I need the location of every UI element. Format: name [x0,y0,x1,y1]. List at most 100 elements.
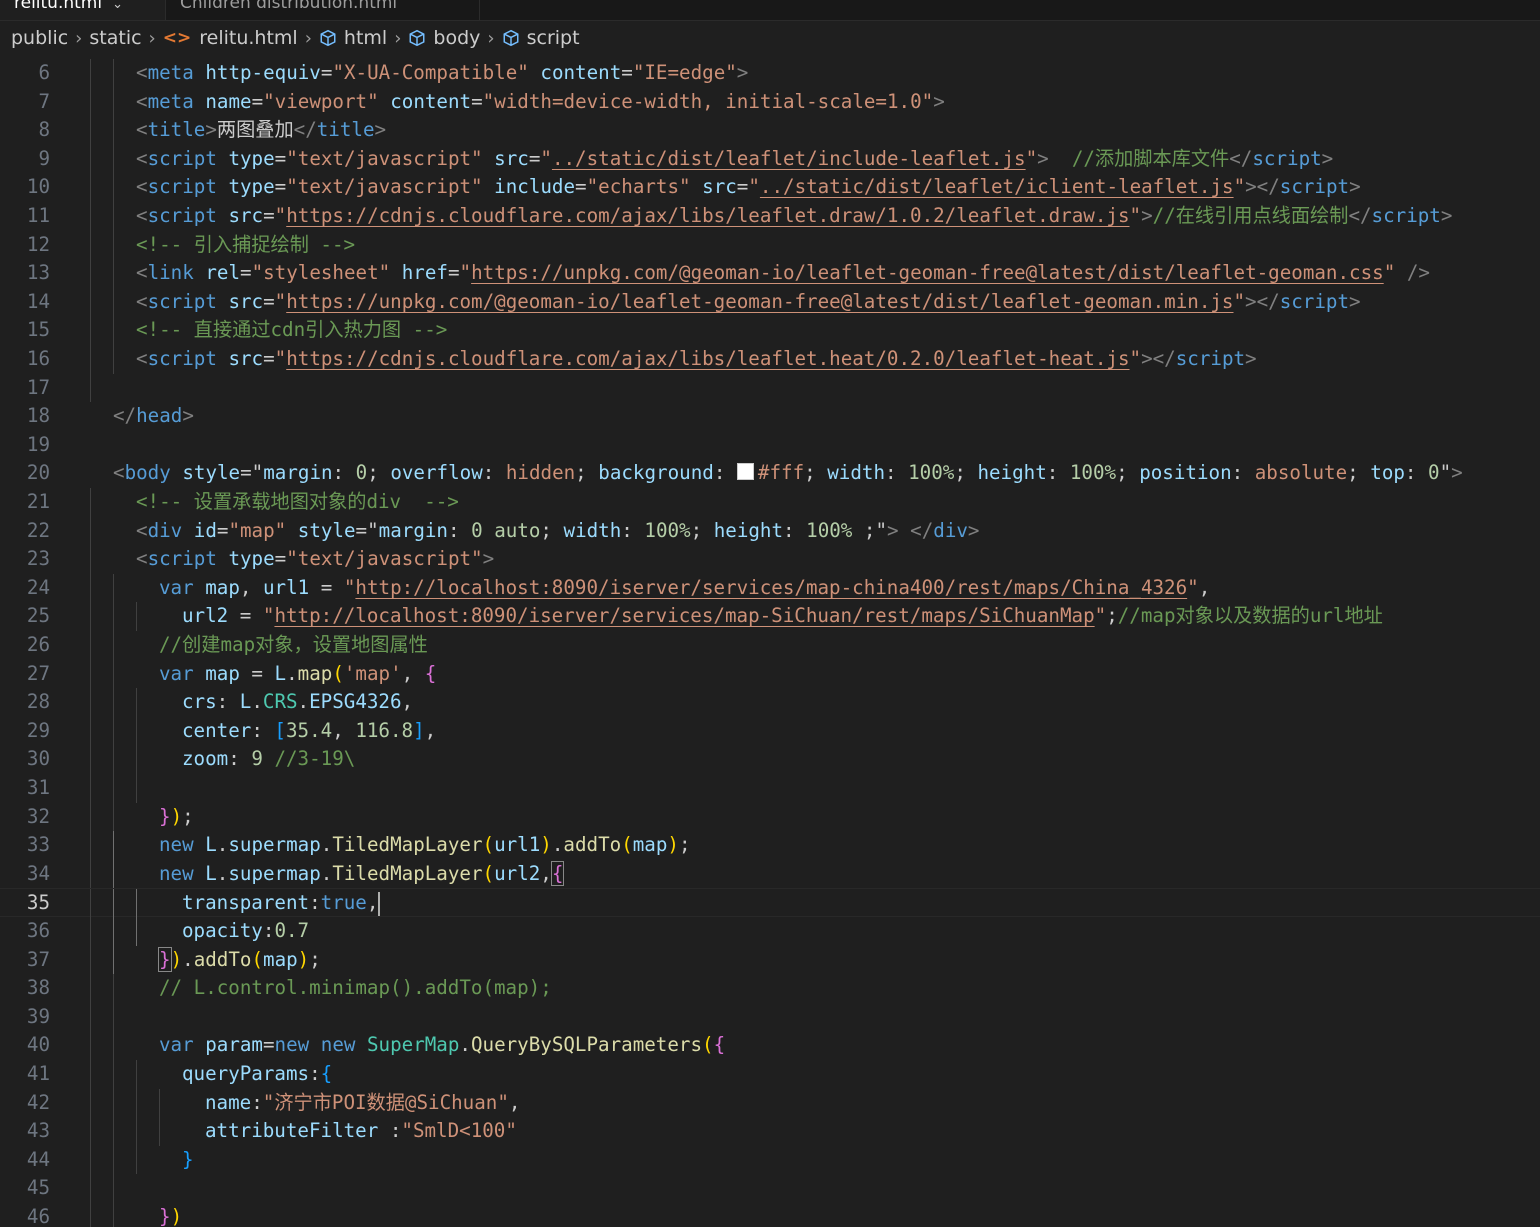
code-line[interactable]: 11 <script src="https://cdnjs.cloudflare.… [0,202,1540,231]
code-line[interactable]: 14 <script src="https://unpkg.com/@geoman… [0,287,1540,317]
breadcrumb-item-script[interactable]: script [502,27,580,49]
line-number[interactable]: 9 [0,145,50,174]
tab-children-distribution-html[interactable]: Children distribution.html [166,0,480,20]
code-line[interactable]: 38 // L.control.minimap().addTo(map); [0,974,1540,1003]
line-number[interactable]: 46 [0,1203,50,1227]
line-number[interactable]: 17 [0,374,50,403]
code-line[interactable]: 30 zoom: 9 //3-19\ [0,745,1540,774]
line-number[interactable]: 21 [0,488,50,517]
code-link[interactable]: https://cdnjs.cloudflare.com/ajax/libs/l… [286,204,1129,227]
code-link[interactable]: ../static/dist/leaflet/iclient-leaflet.j… [760,175,1234,198]
line-number[interactable]: 13 [0,259,50,288]
code-line[interactable]: 12 <!-- 引入捕捉绘制 --> [0,230,1540,260]
line-number[interactable]: 35 [0,889,50,918]
code-line[interactable]: 46}) [0,1203,1540,1227]
line-number[interactable]: 41 [0,1060,50,1089]
line-number[interactable]: 29 [0,717,50,746]
code-line[interactable]: 22 <div id="map" style="margin: 0 auto; w… [0,516,1540,546]
code-line[interactable]: 6 <meta http-equiv="X-UA-Compatible" cont… [0,59,1540,88]
line-number[interactable]: 24 [0,574,50,603]
code-line[interactable]: 17 [0,373,1540,403]
code-line[interactable]: 28 crs: L.CRS.EPSG4326, [0,688,1540,717]
code-link[interactable]: https://cdnjs.cloudflare.com/ajax/libs/l… [286,347,1129,370]
code-line[interactable]: 27 var map = L.map('map', { [0,659,1540,689]
code-line[interactable]: 35 transparent:true, [0,888,1540,918]
line-number[interactable]: 8 [0,116,50,145]
chevron-down-icon[interactable]: ⌄ [112,0,123,12]
code-line[interactable]: 18 </head> [0,402,1540,431]
code-line[interactable]: 40 var param=new new SuperMap.QueryBySQLP… [0,1031,1540,1060]
line-number[interactable]: 10 [0,173,50,202]
code-line[interactable]: 31 [0,774,1540,803]
line-number[interactable]: 30 [0,745,50,774]
code-line[interactable]: 10 <script type="text/javascript" include… [0,173,1540,202]
line-number[interactable]: 34 [0,860,50,889]
line-number[interactable]: 22 [0,517,50,546]
line-number[interactable]: 20 [0,459,50,488]
code-line[interactable]: 45 [0,1174,1540,1203]
line-number[interactable]: 37 [0,946,50,975]
code-line[interactable]: 9 <script type="text/javascript" src="../… [0,144,1540,174]
code-line[interactable]: 24 var map, url1 = "http://localhost:8090… [0,573,1540,603]
tab-relitu-html[interactable]: relitu.html ⌄ [0,0,166,20]
code-line[interactable]: 42 name:"济宁市POI数据@SiChuan", [0,1088,1540,1118]
code-line[interactable]: 8 <title>两图叠加</title> [0,116,1540,145]
code-line[interactable]: 23 <script type="text/javascript"> [0,545,1540,574]
code-line[interactable]: 16 <script src="https://cdnjs.cloudflare.… [0,345,1540,374]
line-number[interactable]: 44 [0,1146,50,1175]
color-swatch[interactable] [736,463,754,481]
code-line[interactable]: 44} [0,1145,1540,1175]
line-number[interactable]: 25 [0,602,50,631]
code-link[interactable]: http://localhost:8090/iserver/services/m… [355,576,1187,599]
code-line[interactable]: 37}).addTo(map); [0,945,1540,975]
code-line[interactable]: 7 <meta name="viewport" content="width=de… [0,87,1540,117]
code-link[interactable]: http://localhost:8090/iserver/services/m… [274,604,1094,627]
breadcrumb-item-static[interactable]: static [89,27,141,49]
line-number[interactable]: 45 [0,1174,50,1203]
code-line[interactable]: 26 //创建map对象，设置地图属性 [0,631,1540,660]
code-link[interactable]: ../static/dist/leaflet/include-leaflet.j… [552,147,1026,170]
line-number[interactable]: 39 [0,1003,50,1032]
breadcrumb-item-public[interactable]: public [11,27,68,49]
line-number[interactable]: 38 [0,974,50,1003]
code-link[interactable]: https://unpkg.com/@geoman-io/leaflet-geo… [286,290,1233,313]
code-line[interactable]: 25 url2 = "http://localhost:8090/iserver/… [0,602,1540,631]
line-number[interactable]: 7 [0,88,50,117]
line-number[interactable]: 12 [0,231,50,260]
code-line[interactable]: 36 opacity:0.7 [0,917,1540,946]
line-number[interactable]: 23 [0,545,50,574]
line-number[interactable]: 31 [0,774,50,803]
line-number[interactable]: 42 [0,1089,50,1118]
code-line[interactable]: 21 <!-- 设置承载地图对象的div --> [0,488,1540,517]
line-number[interactable]: 18 [0,402,50,431]
breadcrumb-item-body[interactable]: body [408,27,480,49]
breadcrumb-item-html[interactable]: html [319,27,387,49]
line-number[interactable]: 40 [0,1031,50,1060]
line-number[interactable]: 14 [0,288,50,317]
code-line[interactable]: 43 attributeFilter :"SmlD<100" [0,1117,1540,1146]
line-number[interactable]: 15 [0,316,50,345]
code-line[interactable]: 41 queryParams:{ [0,1060,1540,1089]
code-editor[interactable]: 6 <meta http-equiv="X-UA-Compatible" cont… [0,59,1540,1227]
code-line[interactable]: 13 <link rel="stylesheet" href="https://u… [0,259,1540,288]
code-line[interactable]: 33 new L.supermap.TiledMapLayer(url1).add… [0,831,1540,860]
line-number[interactable]: 11 [0,202,50,231]
breadcrumb-item-relitu-html[interactable]: <> relitu.html [163,27,298,49]
code-line[interactable]: 39 [0,1002,1540,1032]
code-line[interactable]: 19 [0,431,1540,460]
line-number[interactable]: 6 [0,59,50,88]
line-number[interactable]: 27 [0,660,50,689]
line-number[interactable]: 16 [0,345,50,374]
code-link[interactable]: https://unpkg.com/@geoman-io/leaflet-geo… [471,261,1384,284]
line-number[interactable]: 26 [0,631,50,660]
line-number[interactable]: 43 [0,1117,50,1146]
line-number[interactable]: 28 [0,688,50,717]
code-line[interactable]: 29 center: [35.4, 116.8], [0,716,1540,746]
line-number[interactable]: 32 [0,803,50,832]
line-number[interactable]: 19 [0,431,50,460]
code-line[interactable]: 34 new L.supermap.TiledMapLayer(url2,{ [0,859,1540,889]
line-number[interactable]: 33 [0,831,50,860]
code-line[interactable]: 32}); [0,802,1540,832]
code-line[interactable]: 15 <!-- 直接通过cdn引入热力图 --> [0,316,1540,345]
code-line[interactable]: 20 <body style="margin: 0; overflow: hidd… [0,459,1540,488]
